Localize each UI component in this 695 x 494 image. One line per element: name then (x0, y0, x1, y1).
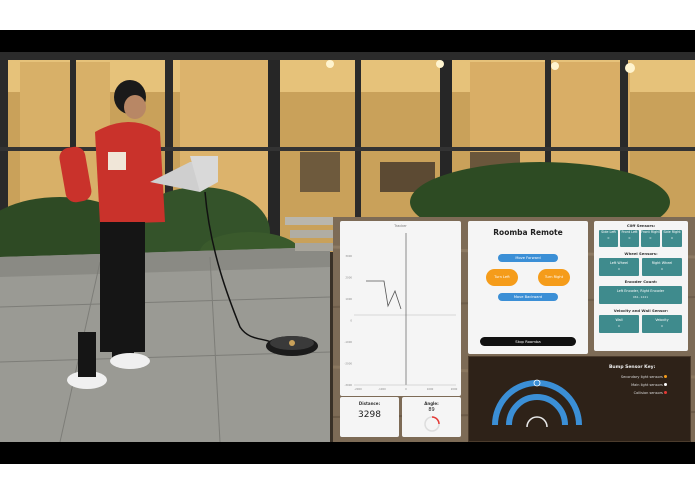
encoder-sensor: Left Encoder, Right Encoder 961, 1241 (599, 286, 682, 304)
letterbox-bottom (0, 442, 695, 464)
angle-label: Angle: (424, 401, 439, 406)
bump-gauge-icon (492, 379, 582, 428)
cliff-side-left-label: Side Left (601, 230, 616, 234)
cliff-front-right: Front Right 0 (641, 230, 660, 247)
wheel-sensors-title: Wheel Sensors: (624, 251, 658, 256)
velocity-wall-title: Velocity and Wall Sensor: (613, 308, 669, 313)
tracker-y-tick: -3000 (344, 383, 352, 387)
tracker-y-tick: -1000 (344, 340, 352, 344)
tracker-x-tick: -1000 (378, 387, 386, 391)
cliff-front-right-label: Front Right (641, 230, 660, 234)
left-wheel-label: Left Wheel (609, 261, 629, 265)
velocity-label: Velocity (655, 318, 669, 322)
turn-left-button[interactable]: Turn Left (486, 269, 518, 286)
distance-label: Distance: (358, 401, 381, 406)
tracker-y-tick: 1000 (345, 297, 352, 301)
cliff-side-right-value: 0 (671, 236, 673, 240)
move-forward-button[interactable]: Move Forward (498, 254, 558, 262)
bump-sensor-panel: Bump Sensor Key: Secondary light sensors… (468, 356, 691, 442)
tracker-panel: Tracker 3000 2000 1000 0 -1000 -2000 -3000 -20… (340, 221, 461, 396)
wall-value: 0 (618, 324, 620, 328)
right-wheel-value: 0 (661, 267, 663, 271)
angle-dial-icon (424, 416, 440, 432)
move-backward-button[interactable]: Move Backward (498, 293, 558, 301)
distance-value: 3298 (358, 410, 381, 420)
bump-key-secondary-dot (664, 375, 667, 378)
bump-key-main-label: Main light sensors (631, 383, 663, 387)
right-wheel-label: Right Wheel (651, 261, 673, 265)
angle-value: 89 (428, 407, 435, 413)
cliff-front-right-value: 0 (649, 236, 652, 240)
left-wheel-value: 0 (618, 267, 620, 271)
remote-title: Roomba Remote (493, 228, 563, 237)
tracker-x-tick: 0 (405, 387, 407, 391)
encoder-label: Left Encoder, Right Encoder (616, 289, 665, 293)
bump-key-collision: Collision sensors (597, 391, 667, 395)
dashboard-overlay: Tracker 3000 2000 1000 0 -1000 -2000 -3000 -20… (333, 217, 695, 442)
turn-right-button[interactable]: Turn Right (538, 269, 570, 286)
cliff-side-right: Side Right 0 (662, 230, 682, 247)
bump-key-collision-label: Collision sensors (633, 391, 663, 395)
tracker-x-tick: 1000 (427, 387, 434, 391)
left-wheel-sensor: Left Wheel 0 (599, 258, 639, 276)
encoder-count-title: Encoder Count: (624, 279, 658, 284)
tracker-y-tick: -2000 (344, 362, 352, 366)
tracker-x-tick: 2000 (451, 387, 458, 391)
stop-roomba-button[interactable]: Stop Roomba (480, 337, 576, 346)
angle-panel: Angle: 89 (402, 397, 461, 437)
velocity-value: 0 (661, 324, 663, 328)
bump-key-secondary: Secondary light sensors (597, 375, 667, 379)
wall-sensor: Wall 0 (599, 315, 639, 333)
sensors-panel: Cliff Sensors: Side Left 0 Front Left 0 … (594, 221, 688, 351)
tracker-y-tick: 3000 (345, 254, 352, 258)
right-wheel-sensor: Right Wheel 0 (642, 258, 682, 276)
remote-panel: Roomba Remote Move Forward Turn Left Tur… (468, 221, 588, 354)
bump-key-secondary-label: Secondary light sensors (620, 375, 663, 379)
bump-key-main-dot (664, 383, 667, 386)
bump-key-collision-dot (664, 391, 667, 394)
wall-label: Wall (615, 318, 623, 322)
tracker-y-tick: 2000 (345, 276, 352, 280)
cliff-front-left-label: Front Left (621, 230, 638, 234)
tracker-y-tick: 0 (350, 319, 352, 323)
letterbox-top (0, 30, 695, 52)
velocity-sensor: Velocity 0 (642, 315, 682, 333)
cliff-side-left-value: 0 (607, 236, 610, 240)
cliff-front-left: Front Left 0 (620, 230, 639, 247)
distance-panel: Distance: 3298 (340, 397, 399, 437)
cliff-side-right-label: Side Right (663, 230, 681, 234)
cliff-sensors-title: Cliff Sensors: (626, 223, 656, 228)
encoder-value: 961, 1241 (632, 295, 649, 299)
tracker-x-tick: -2000 (354, 387, 362, 391)
tracker-plot: 3000200010000-1000-2000-3000 -2000 -1000 0… (344, 233, 458, 391)
cliff-side-left: Side Left 0 (599, 230, 618, 247)
cliff-front-left-value: 0 (628, 236, 631, 240)
bump-key-title: Bump Sensor Key: (609, 365, 656, 370)
bump-key-main: Main light sensors (597, 383, 667, 387)
